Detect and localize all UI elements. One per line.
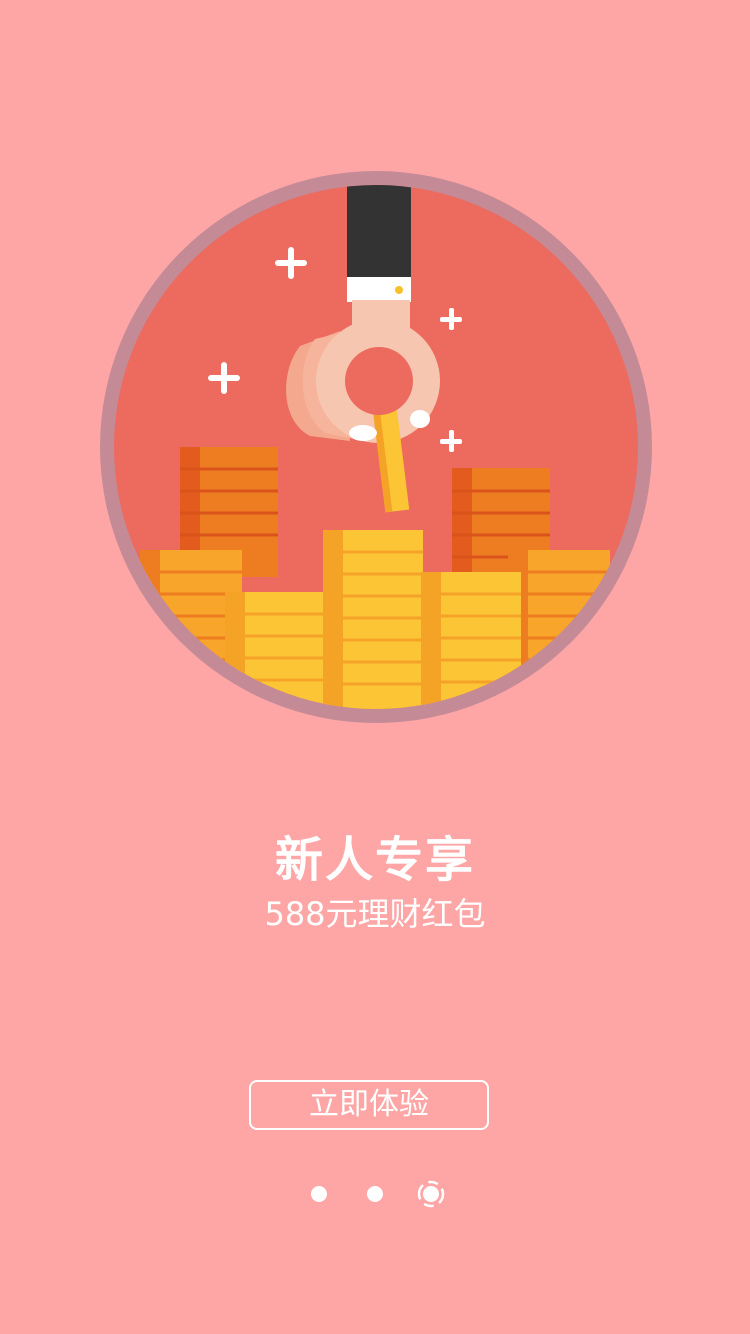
sleeve [347,185,411,279]
cufflink [395,286,403,294]
promo-subtitle: 588元理财红包 [264,895,486,933]
page-dot-3-active[interactable] [413,1176,449,1212]
hand-coins-illustration [100,171,652,723]
page-dot-2[interactable] [367,1186,383,1202]
coin-stack-front-center [323,530,423,709]
active-dot-icon [417,1180,445,1208]
promo-title: 新人专享 [274,832,475,888]
try-now-button[interactable]: 立即体验 [249,1080,489,1130]
page-dot-1[interactable] [311,1186,327,1202]
page-indicator [0,1176,750,1212]
